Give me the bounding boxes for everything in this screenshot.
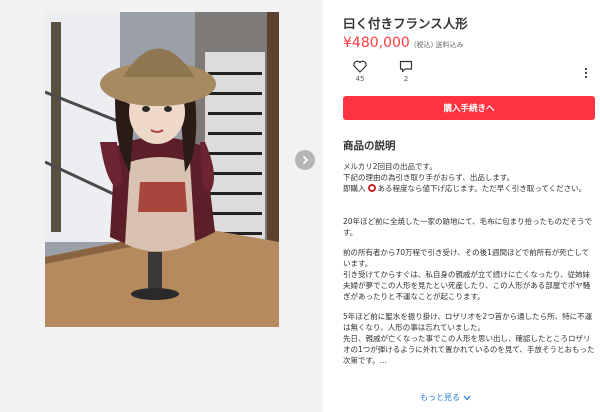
circle-badge-icon [367, 184, 376, 192]
doll-photo-illustration [45, 12, 279, 327]
description-text: ある程度なら値下げ応じます。ただ早く引き取ってください。 [377, 184, 587, 193]
next-image-button[interactable] [295, 150, 315, 170]
more-options-button[interactable] [582, 65, 590, 79]
item-price: ¥480,000 [343, 35, 410, 51]
more-vertical-icon [584, 67, 588, 79]
product-photo[interactable] [45, 12, 279, 327]
description-heading: 商品の説明 [343, 140, 396, 152]
description-paragraph: 引き受けてからすぐは、私自身の親戚が立て続けに亡くなったり、従姉妹夫婦が夢でこの… [343, 270, 591, 301]
item-description: メルカリ2回目の出品です。 下記の理由の為引き取り手がおらず、出品します。 即購… [343, 161, 595, 366]
description-line: 即購入 ある程度なら値下げ応じます。ただ早く引き取ってください。 [343, 183, 595, 194]
show-more-label: もっと見る [420, 393, 460, 402]
description-paragraph: 5年ほど前に聖水を振り掛け、ロザリオを2つ首から通したら所、特に不運は無くなり、… [343, 312, 593, 332]
like-button[interactable]: 45 [350, 60, 370, 83]
chevron-right-icon [302, 155, 309, 165]
item-title: 曰く付きフランス人形 [343, 16, 468, 31]
chevron-down-icon [463, 395, 471, 400]
description-paragraph: 前の所有者から70万程で引き受け、その後1週間ほどで前所有が死亡しています。 [343, 248, 590, 268]
comment-button[interactable]: 2 [396, 60, 416, 83]
comment-count: 2 [403, 75, 409, 83]
description-line: 下記の理由の為引き取り手がおらず、出品します。 [343, 173, 515, 182]
product-image-panel [0, 0, 323, 412]
item-actions: 45 2 [350, 60, 416, 83]
description-paragraph: 先日、親戚が亡くなった事でこの人形を思い出し、確認したところロザリオの1つが弾け… [343, 334, 595, 365]
price-row: ¥480,000 (税込) 送料込み [343, 35, 464, 51]
show-more-link[interactable]: もっと見る [420, 392, 471, 403]
heart-icon [353, 60, 367, 73]
description-line: メルカリ2回目の出品です。 [343, 162, 437, 171]
comment-icon [399, 60, 413, 73]
description-paragraph: 20年ほど前に全焼した一家の跡地にて、毛布に包まり拾ったものだそうです。 [343, 217, 593, 237]
purchase-button[interactable]: 購入手続きへ [343, 96, 595, 120]
description-text: 即購入 [343, 184, 366, 193]
like-count: 45 [355, 75, 365, 83]
price-note: (税込) 送料込み [413, 41, 464, 49]
